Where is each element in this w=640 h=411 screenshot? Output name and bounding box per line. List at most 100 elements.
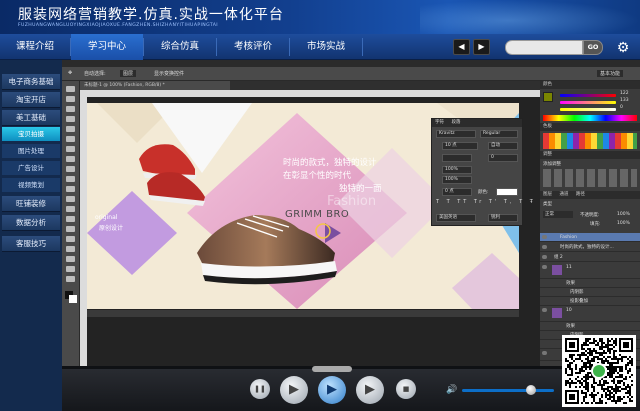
nav-item-simulation[interactable]: 综合仿真 bbox=[144, 34, 216, 60]
layers-panel-tabs: 图层 通道 路径 bbox=[540, 191, 640, 199]
layer-row[interactable]: 投影叠加 bbox=[540, 297, 640, 306]
background-color-swatch[interactable] bbox=[69, 295, 77, 303]
shape-tool-icon[interactable] bbox=[66, 256, 75, 262]
sidebar-subitem-image-processing[interactable]: 图片处理 bbox=[2, 144, 60, 158]
tab-paths[interactable]: 路径 bbox=[576, 192, 585, 197]
volume-knob[interactable] bbox=[526, 385, 536, 395]
red-slider[interactable] bbox=[560, 94, 616, 97]
crop-tool-icon[interactable] bbox=[66, 126, 75, 132]
layer-row[interactable]: 内阴影 bbox=[540, 288, 640, 297]
vscale-field[interactable]: 100% bbox=[442, 166, 472, 174]
color-spectrum-bar[interactable] bbox=[543, 115, 637, 121]
gear-icon[interactable]: ⚙ bbox=[615, 40, 631, 56]
sidebar-subitem-ad-design[interactable]: 广告设计 bbox=[2, 161, 60, 175]
dodge-tool-icon[interactable] bbox=[66, 216, 75, 222]
type-tool-icon[interactable] bbox=[66, 236, 75, 242]
canvas-tag-cn: 原创设计 bbox=[99, 225, 124, 232]
sidebar-item-art-basics[interactable]: 美工基础 bbox=[2, 110, 60, 126]
pause-button[interactable]: ❚❚ bbox=[250, 379, 270, 399]
tracking-select[interactable]: 0 bbox=[488, 154, 518, 162]
baseline-field[interactable]: 0 点 bbox=[442, 188, 472, 196]
sidebar-item-shop-decor[interactable]: 旺铺装修 bbox=[2, 196, 60, 212]
workspace-select[interactable]: 基本功能 bbox=[597, 70, 624, 77]
sidebar-item-customer-service[interactable]: 客服技巧 bbox=[2, 236, 60, 252]
blue-slider[interactable] bbox=[560, 108, 616, 111]
nav-item-learning-center[interactable]: 学习中心 bbox=[71, 34, 143, 60]
heal-tool-icon[interactable] bbox=[66, 146, 75, 152]
eye-icon[interactable] bbox=[542, 235, 547, 239]
move-tool-icon[interactable] bbox=[66, 86, 75, 92]
layer-row[interactable]: 时尚的款式，独特的设计... bbox=[540, 243, 640, 252]
layer-row[interactable]: 组 2 bbox=[540, 253, 640, 262]
adjust-icons[interactable] bbox=[543, 169, 637, 187]
play-button[interactable]: ▶ bbox=[280, 376, 308, 404]
stamp-tool-icon[interactable] bbox=[66, 166, 75, 172]
nav-item-intro[interactable]: 课程介绍 bbox=[0, 34, 70, 60]
next-play-button[interactable]: ▶ bbox=[356, 376, 384, 404]
nav-item-market-practice[interactable]: 市场实战 bbox=[290, 34, 362, 60]
tab-character[interactable]: 字符 bbox=[435, 120, 444, 125]
stop-button[interactable]: ■ bbox=[396, 379, 416, 399]
sidebar-item-taobao-shop[interactable]: 淘宝开店 bbox=[2, 92, 60, 108]
site-subtitle: FUZHUANGWANGLUOYINGXIAOJIAOXUE.FANGZHEN.… bbox=[18, 23, 219, 28]
next-button[interactable]: ▶ bbox=[473, 39, 490, 55]
pen-tool-icon[interactable] bbox=[66, 226, 75, 232]
lasso-tool-icon[interactable] bbox=[66, 106, 75, 112]
antialias-select[interactable]: 锐利 bbox=[488, 214, 518, 222]
leading-select[interactable]: 自动 bbox=[488, 142, 518, 150]
play-active-button[interactable]: ▶ bbox=[318, 376, 346, 404]
eye-icon[interactable] bbox=[542, 255, 547, 259]
swatch-grid[interactable] bbox=[543, 133, 637, 149]
layer-row[interactable]: 10 bbox=[540, 306, 640, 322]
blend-mode-select[interactable]: 正常 bbox=[543, 211, 573, 218]
eye-icon[interactable] bbox=[542, 245, 547, 249]
sidebar-item-ecommerce-basics[interactable]: 电子商务基础 bbox=[2, 74, 60, 90]
layer-row[interactable]: 效果 bbox=[540, 279, 640, 288]
search-go-button[interactable]: GO bbox=[583, 40, 603, 55]
opacity-value[interactable]: 100% bbox=[617, 212, 630, 217]
gradient-tool-icon[interactable] bbox=[66, 196, 75, 202]
history-brush-icon[interactable] bbox=[66, 176, 75, 182]
search-input[interactable] bbox=[505, 40, 583, 55]
font-family-select[interactable]: Kravitz bbox=[436, 130, 476, 138]
green-slider[interactable] bbox=[560, 101, 616, 104]
text-color-swatch[interactable] bbox=[496, 188, 518, 196]
layer-row[interactable]: 11 bbox=[540, 263, 640, 279]
sidebar-subitem-video-plan[interactable]: 视频策划 bbox=[2, 178, 60, 192]
sidebar-item-data-analysis[interactable]: 数据分析 bbox=[2, 215, 60, 231]
eyedropper-tool-icon[interactable] bbox=[66, 136, 75, 142]
eye-icon[interactable] bbox=[542, 308, 547, 312]
eye-icon[interactable] bbox=[542, 265, 547, 269]
layer-kind-filter[interactable]: 类型 bbox=[543, 201, 552, 207]
nav-item-assessment[interactable]: 考核评价 bbox=[217, 34, 289, 60]
font-size-select[interactable]: 10 点 bbox=[442, 142, 478, 150]
blur-tool-icon[interactable] bbox=[66, 206, 75, 212]
layer-row[interactable]: Fashion bbox=[540, 233, 640, 242]
brush-tool-icon[interactable] bbox=[66, 156, 75, 162]
text-style-buttons[interactable]: T T TT Tr T' T, T Ŧ bbox=[436, 199, 533, 207]
marquee-tool-icon[interactable] bbox=[66, 96, 75, 102]
eye-icon[interactable] bbox=[542, 351, 547, 355]
progress-thumb[interactable] bbox=[312, 366, 352, 372]
tab-channels[interactable]: 通道 bbox=[559, 192, 568, 197]
sidebar-subitem-product-photo[interactable]: 宝贝拍摄 bbox=[2, 127, 60, 141]
layer-row[interactable]: 效果 bbox=[540, 322, 640, 331]
eraser-tool-icon[interactable] bbox=[66, 186, 75, 192]
tab-layers[interactable]: 图层 bbox=[543, 192, 552, 197]
hand-tool-icon[interactable] bbox=[66, 266, 75, 272]
hscale-field[interactable]: 100% bbox=[442, 176, 472, 184]
volume-slider[interactable] bbox=[462, 389, 554, 392]
path-select-icon[interactable] bbox=[66, 246, 75, 252]
doc-tab[interactable]: 未标题-1 @ 100% (Fashion, RGB/8) * bbox=[80, 81, 230, 90]
tab-paragraph[interactable]: 段落 bbox=[451, 120, 460, 125]
fill-value[interactable]: 100% bbox=[617, 221, 630, 226]
kerning-select[interactable] bbox=[442, 154, 472, 162]
font-style-select[interactable]: Regular bbox=[480, 130, 518, 138]
language-select[interactable]: 美国英语 bbox=[436, 214, 476, 222]
prev-button[interactable]: ◀ bbox=[453, 39, 470, 55]
volume-icon[interactable]: 🔊 bbox=[446, 385, 457, 395]
foreground-swatch[interactable] bbox=[543, 92, 553, 102]
layer-mode-select[interactable]: 图层 bbox=[120, 70, 137, 77]
wand-tool-icon[interactable] bbox=[66, 116, 75, 122]
zoom-tool-icon[interactable] bbox=[66, 276, 75, 282]
